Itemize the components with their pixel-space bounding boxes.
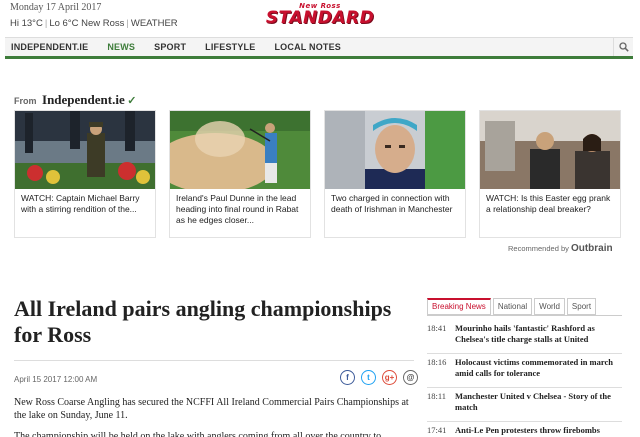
list-item[interactable]: 18:41 Mourinho hails 'fantastic' Rashfor… <box>427 320 622 354</box>
nav-item-lifestyle[interactable]: LIFESTYLE <box>205 42 255 52</box>
news-title[interactable]: Manchester United v Chelsea - Story of t… <box>455 391 622 421</box>
recommended-by[interactable]: Recommended by Outbrain <box>508 243 613 254</box>
from-label: From <box>14 96 37 106</box>
news-tabs: Breaking News National World Sport <box>427 298 598 315</box>
news-time: 18:11 <box>427 391 447 401</box>
news-title[interactable]: Mourinho hails 'fantastic' Rashford as C… <box>455 323 622 353</box>
partner-card[interactable]: WATCH: Captain Michael Barry with a stir… <box>14 110 156 238</box>
news-time: 18:16 <box>427 357 447 367</box>
card-caption: WATCH: Is this Easter egg prank a relati… <box>486 193 611 214</box>
tab-national[interactable]: National <box>492 298 533 315</box>
leaf-icon: ✓ <box>127 95 137 107</box>
weather-link[interactable]: WEATHER <box>131 18 178 29</box>
list-item[interactable]: 18:16 Holocaust victims commemorated in … <box>427 354 622 388</box>
article-paragraph: New Ross Coarse Angling has secured the … <box>14 397 409 421</box>
google-plus-icon[interactable]: g+ <box>382 370 397 385</box>
nav-item-local-notes[interactable]: LOCAL NOTES <box>274 42 341 52</box>
tab-divider <box>427 315 622 316</box>
news-title[interactable]: Anti-Le Pen protesters throw firebombs <box>455 425 622 437</box>
card-thumbnail <box>170 111 310 189</box>
share-buttons: f t g+ @ <box>334 370 418 385</box>
article-paragraph: The championship will be held on the lak… <box>14 431 382 437</box>
site-logo[interactable]: New Ross STANDARD <box>262 3 378 27</box>
nav-item-news[interactable]: NEWS <box>107 42 135 52</box>
email-icon[interactable]: @ <box>403 370 418 385</box>
search-button[interactable] <box>613 38 633 56</box>
article-headline: All Ireland pairs angling championships … <box>14 296 392 347</box>
card-thumbnail <box>480 111 620 189</box>
card-caption: Two charged in connection with death of … <box>331 193 453 214</box>
list-item[interactable]: 17:41 Anti-Le Pen protesters throw fireb… <box>427 422 622 437</box>
partner-cards: WATCH: Captain Michael Barry with a stir… <box>14 110 621 238</box>
logo-big: STANDARD <box>265 8 375 28</box>
current-date: Monday 17 April 2017 <box>10 2 102 13</box>
card-caption: WATCH: Captain Michael Barry with a stir… <box>21 193 140 214</box>
weather-bar[interactable]: Hi 13°C | Lo 6°C New Ross | WEATHER <box>10 18 178 29</box>
card-thumbnail <box>15 111 155 189</box>
nav-item-sport[interactable]: SPORT <box>154 42 186 52</box>
weather-location: New Ross <box>81 18 125 29</box>
partner-card[interactable]: Two charged in connection with death of … <box>324 110 466 238</box>
partner-heading: From Independent.ie ✓ <box>14 92 136 108</box>
card-caption: Ireland's Paul Dunne in the lead heading… <box>176 193 299 225</box>
breaking-news-list: 18:41 Mourinho hails 'fantastic' Rashfor… <box>427 320 622 437</box>
twitter-icon[interactable]: t <box>361 370 376 385</box>
news-time: 17:41 <box>427 425 447 435</box>
partner-card[interactable]: Ireland's Paul Dunne in the lead heading… <box>169 110 311 238</box>
card-thumbnail <box>325 111 465 189</box>
outbrain-logo: Outbrain <box>570 243 613 254</box>
article-date: April 15 2017 12:00 AM <box>14 375 98 384</box>
divider <box>14 360 414 361</box>
news-title[interactable]: Holocaust victims commemorated in march … <box>455 357 622 387</box>
masthead: Monday 17 April 2017 Hi 13°C | Lo 6°C New … <box>0 0 640 38</box>
nav-item-independent[interactable]: INDEPENDENT.IE <box>11 42 88 52</box>
search-icon <box>618 42 629 52</box>
news-time: 18:41 <box>427 323 447 333</box>
weather-low: Lo 6°C <box>49 18 79 29</box>
tab-breaking-news[interactable]: Breaking News <box>427 298 491 315</box>
recommended-label: Recommended by <box>508 244 569 253</box>
tab-world[interactable]: World <box>534 298 565 315</box>
facebook-icon[interactable]: f <box>340 370 355 385</box>
tab-sport[interactable]: Sport <box>566 298 597 315</box>
weather-high: Hi 13°C <box>10 18 43 29</box>
main-nav: INDEPENDENT.IE NEWS SPORT LIFESTYLE LOCA… <box>5 37 633 59</box>
partner-card[interactable]: WATCH: Is this Easter egg prank a relati… <box>479 110 621 238</box>
list-item[interactable]: 18:11 Manchester United v Chelsea - Stor… <box>427 388 622 422</box>
partner-brand[interactable]: Independent.ie <box>42 92 125 107</box>
